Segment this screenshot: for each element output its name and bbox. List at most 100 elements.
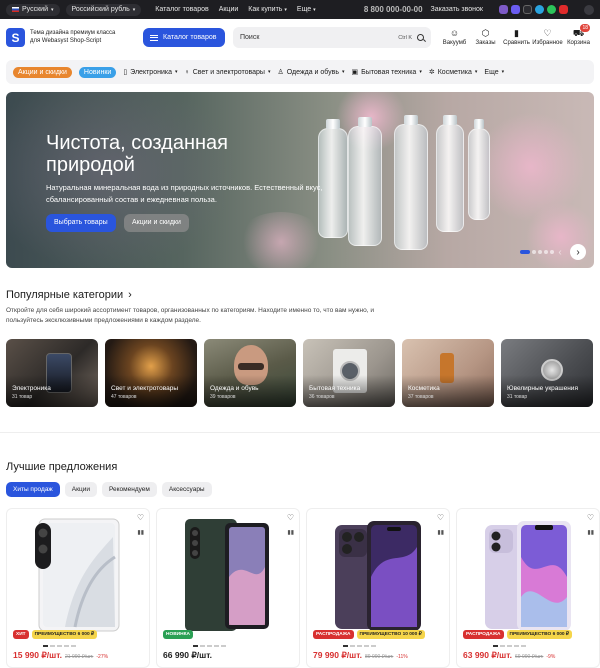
search-shortcut: Ctrl K xyxy=(398,34,412,41)
toplink-more[interactable]: Еще ▾ xyxy=(297,6,316,13)
catalog-button[interactable]: Каталог товаров xyxy=(143,28,225,47)
nav-item-label: Одежда и обувь xyxy=(286,68,340,76)
telegram-icon[interactable] xyxy=(535,5,544,14)
category-card-jewelry[interactable]: Ювелирные украшения 31 товар xyxy=(501,339,593,407)
header-orders[interactable]: ⬡ Заказы xyxy=(470,29,501,47)
category-count: 31 товар xyxy=(12,394,33,400)
product-card[interactable]: ♡ ▮▮ ХИТ ПРЕИМУЩЕСТВО 6 000 ₽ 15 990 ₽/ш… xyxy=(6,508,150,668)
language-select[interactable]: Русский ▾ xyxy=(6,3,60,16)
tab-accessories[interactable]: Аксессуары xyxy=(161,482,212,497)
nav-item-cosmetics[interactable]: ✲ Косметика ▾ xyxy=(429,68,478,77)
nav-item-label: Косметика xyxy=(437,68,472,76)
settings-icon[interactable] xyxy=(584,4,594,15)
category-card-electronics[interactable]: Электроника 31 товар xyxy=(6,339,98,407)
nav-item-more[interactable]: Еще ▾ xyxy=(484,69,504,76)
compare-icon[interactable]: ▮▮ xyxy=(437,529,444,536)
phone-number[interactable]: 8 800 000-00-00 xyxy=(364,5,423,14)
tab-recommended[interactable]: Рекомендуем xyxy=(101,482,157,497)
image-dots[interactable] xyxy=(193,645,226,647)
product-card[interactable]: ♡ ▮▮ РАСПРОДАЖА ПРЕИМУЩЕСТВО 6 000 ₽ 63 … xyxy=(456,508,600,668)
chevron-down-icon: ▾ xyxy=(50,6,54,13)
product-card[interactable]: ♡ ▮▮ НОВИНКА 66 990 ₽/шт. xyxy=(156,508,300,668)
product-badge: РАСПРОДАЖА xyxy=(313,630,354,639)
nav-tag-new[interactable]: Новинки xyxy=(78,66,117,78)
header-cart[interactable]: ⛟ 18 Корзина xyxy=(563,24,594,46)
category-count: 47 товаров xyxy=(111,394,137,400)
currency-select[interactable]: Российский рубль ▾ xyxy=(65,3,142,16)
search-input[interactable]: Поиск Ctrl K xyxy=(233,27,431,48)
whatsapp-icon[interactable] xyxy=(547,5,556,14)
chevron-down-icon: ▾ xyxy=(474,69,478,75)
toplink-how-to-buy[interactable]: Как купить ▾ xyxy=(248,6,287,13)
choose-products-button[interactable]: Выбрать товары xyxy=(46,214,116,232)
header-compare-label: Сравнить xyxy=(503,40,530,46)
category-name: Электроника xyxy=(12,385,51,392)
category-card-light[interactable]: Свет и электротовары 47 товаров xyxy=(105,339,197,407)
favorite-icon[interactable]: ♡ xyxy=(287,513,294,522)
product-image xyxy=(485,521,571,631)
product-badge: ПРЕИМУЩЕСТВО 6 000 ₽ xyxy=(506,630,572,639)
hero-title: Чистота, созданная природой xyxy=(46,132,228,176)
currency-label: Российский рубль xyxy=(71,6,130,13)
bulb-icon: ♀ xyxy=(184,68,190,76)
image-dots[interactable] xyxy=(343,645,376,647)
offers-title: Лучшие предложения xyxy=(6,461,118,473)
youtube-icon[interactable] xyxy=(559,5,568,14)
product-discount: -11% xyxy=(396,654,408,660)
messenger-icon[interactable] xyxy=(511,5,520,14)
nav-item-clothing[interactable]: ♙ Одежда и обувь ▾ xyxy=(277,68,345,77)
search-icon[interactable] xyxy=(417,34,424,41)
favorite-icon[interactable]: ♡ xyxy=(137,513,144,522)
header-favorites[interactable]: ♡ Избранное xyxy=(532,29,563,47)
category-count: 37 товаров xyxy=(408,394,434,400)
tagline: Тема дизайна премиум класса для Webasyst… xyxy=(30,30,116,44)
product-old-price: 69 990 ₽/шт. xyxy=(515,654,544,660)
category-card-cosmetics[interactable]: Косметика 37 товаров xyxy=(402,339,494,407)
nav-item-electronics[interactable]: ▯ Электроника ▾ xyxy=(123,68,177,77)
tab-hits[interactable]: Хиты продаж xyxy=(6,482,60,497)
product-badge: НОВИНКА xyxy=(163,630,193,639)
section-divider xyxy=(0,432,600,433)
favorite-icon[interactable]: ♡ xyxy=(437,513,444,522)
category-card-clothing[interactable]: Одежда и обувь 39 товаров xyxy=(204,339,296,407)
product-image xyxy=(185,519,269,631)
product-card[interactable]: ♡ ▮▮ РАСПРОДАЖА ПРЕИМУЩЕСТВО 10 000 ₽ 79… xyxy=(306,508,450,668)
toplink-sales[interactable]: Акции xyxy=(219,6,239,13)
product-price: 66 990 ₽/шт. xyxy=(163,650,212,660)
sales-button[interactable]: Акции и скидки xyxy=(124,214,189,232)
header-favorites-label: Избранное xyxy=(532,40,563,46)
callback-link[interactable]: Заказать звонок xyxy=(431,6,483,13)
hero-text: Натуральная минеральная вода из природны… xyxy=(46,183,323,204)
compare-icon[interactable]: ▮▮ xyxy=(587,529,594,536)
product-badge: ПРЕИМУЩЕСТВО 6 000 ₽ xyxy=(31,630,98,639)
viber-icon[interactable] xyxy=(499,5,508,14)
tab-sales[interactable]: Акции xyxy=(64,482,97,497)
nav-item-light[interactable]: ♀ Свет и электротовары ▾ xyxy=(184,69,270,76)
menu-icon xyxy=(150,34,158,41)
header-orders-label: Заказы xyxy=(475,40,496,46)
header-account[interactable]: ☺ Вакуумб xyxy=(439,28,470,47)
catalog-button-label: Каталог товаров xyxy=(163,34,217,41)
logo[interactable]: S xyxy=(6,28,25,47)
toplink-catalog[interactable]: Каталог товаров xyxy=(155,6,208,13)
user-icon: ☺ xyxy=(449,28,460,38)
product-discount: -27% xyxy=(96,654,109,660)
favorite-icon[interactable]: ♡ xyxy=(587,513,594,522)
category-card-appliances[interactable]: Бытовая техника 36 товаров xyxy=(303,339,395,407)
nav-item-appliances[interactable]: ▣ Бытовая техника ▾ xyxy=(352,68,422,77)
prev-slide-icon[interactable]: ‹ xyxy=(552,244,568,260)
compare-icon[interactable]: ▮▮ xyxy=(137,529,144,536)
categories-title[interactable]: Популярные категории › xyxy=(6,289,132,301)
header-compare[interactable]: ▮ Сравнить xyxy=(501,29,532,47)
slider-dots[interactable] xyxy=(520,250,554,254)
image-dots[interactable] xyxy=(493,645,526,647)
hero-banner[interactable]: Чистота, созданная природой Натуральная … xyxy=(6,92,594,268)
vk-icon[interactable] xyxy=(523,5,532,14)
phone-icon: ▯ xyxy=(123,69,128,76)
category-name: Свет и электротовары xyxy=(111,385,179,392)
next-slide-icon[interactable]: › xyxy=(570,244,586,260)
compare-icon[interactable]: ▮▮ xyxy=(287,529,294,536)
nav-tag-sales[interactable]: Акции и скидки xyxy=(13,66,72,78)
image-dots[interactable] xyxy=(43,645,76,647)
chevron-down-icon: ▾ xyxy=(342,69,345,75)
